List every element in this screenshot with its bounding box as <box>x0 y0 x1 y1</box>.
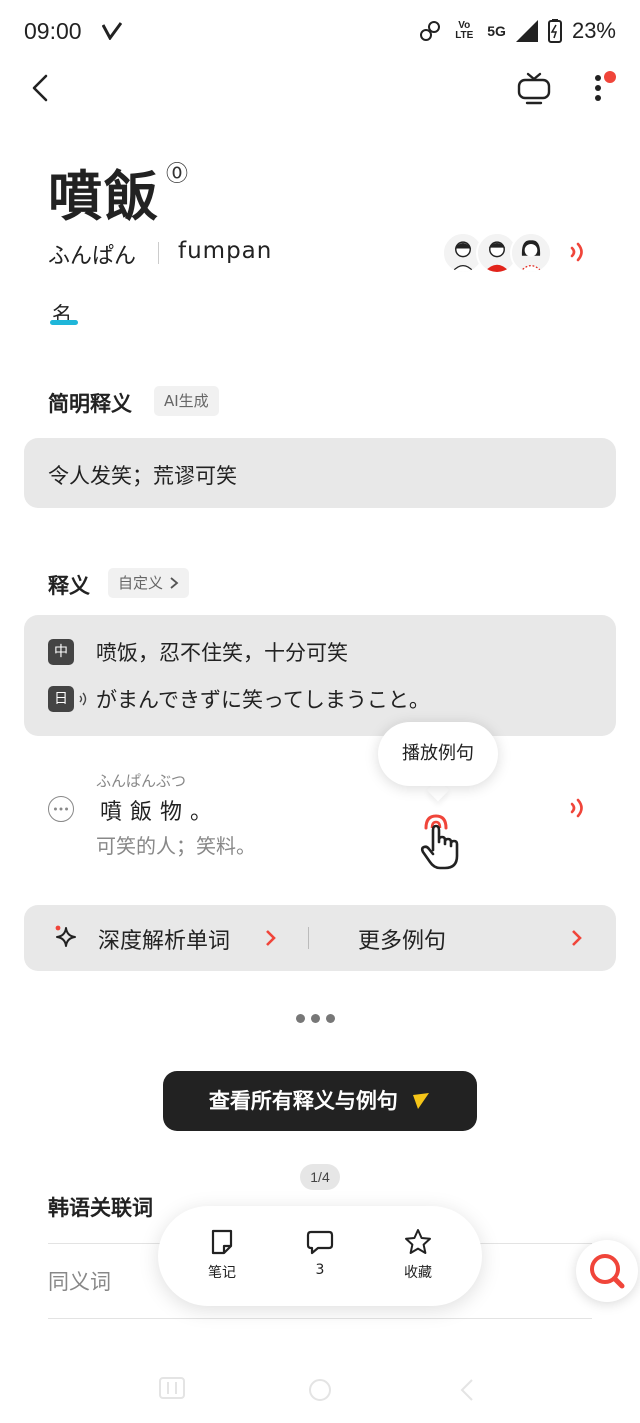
status-bar: 09:00 Vo LTE 5G 23% <box>0 0 640 64</box>
action-bar: 深度解析单词 更多例句 <box>24 905 616 971</box>
signal-label: 5G <box>487 23 506 39</box>
back-icon[interactable] <box>26 70 58 106</box>
reading-divider <box>158 242 159 264</box>
brief-text: 令人发笑；荒谬可笑 <box>48 464 237 488</box>
korean-related-title: 韩语关联词 <box>48 1196 153 1220</box>
brand-check-icon <box>413 1093 430 1109</box>
pos-underline <box>50 320 78 325</box>
example-more-icon[interactable] <box>48 796 74 822</box>
link-icon <box>420 21 441 41</box>
view-all-label: 查看所有释义与例句 <box>208 1089 398 1113</box>
voice-avatars[interactable] <box>442 232 552 276</box>
search-fab[interactable] <box>576 1240 638 1302</box>
definition-section-title: 释义 <box>48 574 90 598</box>
more-examples-button[interactable]: 更多例句 <box>358 923 446 955</box>
battery-level: 23% <box>571 18 616 43</box>
star-icon <box>405 1229 431 1254</box>
play-example-tooltip[interactable]: 播放例句 <box>378 722 498 786</box>
chinese-badge: 中 <box>48 639 74 665</box>
chevron-right-icon <box>170 577 179 589</box>
romaji-reading: fumpan <box>178 238 273 264</box>
comments-button[interactable]: 3 <box>285 1228 355 1278</box>
more-menu-icon[interactable] <box>586 68 620 108</box>
tap-hand-icon <box>420 814 459 870</box>
nav-back-icon[interactable] <box>454 1376 482 1404</box>
recent-apps-icon[interactable] <box>158 1376 186 1400</box>
note-label: 笔记 <box>208 1265 236 1281</box>
comment-count: 3 <box>315 1262 325 1278</box>
example-translation: 可笑的人；笑料。 <box>96 834 256 858</box>
chinese-definition: 喷饭，忍不住笑，十分可笑 <box>96 641 348 665</box>
view-all-button[interactable]: 查看所有释义与例句 <box>163 1071 477 1131</box>
japanese-badge[interactable]: 日 <box>48 686 74 712</box>
example-speaker-icon[interactable] <box>568 794 590 822</box>
deep-analysis-button[interactable]: 深度解析单词 <box>98 923 230 955</box>
synonym-label: 同义词 <box>48 1270 111 1294</box>
status-right: Vo LTE 5G 23% <box>419 18 616 44</box>
chevron-right-icon <box>266 930 276 946</box>
example-japanese: 噴飯物。 <box>100 800 221 825</box>
kana-reading: ふんぱん <box>48 244 137 269</box>
search-icon <box>590 1254 625 1289</box>
brief-section-title: 简明释义 <box>48 392 132 416</box>
japanese-definition: がまんできずに笑ってしまうこと。 <box>96 688 430 712</box>
signal-icon <box>515 20 538 42</box>
custom-definition-chip[interactable]: 自定义 <box>108 568 190 598</box>
speaker-small-icon[interactable] <box>78 691 88 707</box>
custom-chip-label: 自定义 <box>118 574 164 592</box>
home-icon[interactable] <box>306 1376 334 1404</box>
volte-badge: Vo LTE <box>455 20 474 41</box>
avatar[interactable] <box>510 232 552 274</box>
comment-icon <box>306 1230 334 1255</box>
favorite-label: 收藏 <box>404 1265 432 1281</box>
example-ruby: ふんぱんぶつ <box>96 772 187 790</box>
vpn-check-icon <box>102 22 122 40</box>
tv-icon[interactable] <box>516 68 552 108</box>
floating-toolbar: 笔记 3 收藏 <box>158 1206 482 1306</box>
pitch-accent: ⓪ <box>166 162 189 187</box>
ai-chip-label: AI生成 <box>164 392 209 410</box>
word-title: 噴飯 <box>48 165 160 228</box>
status-time: 09:00 <box>24 18 82 44</box>
speaker-icon[interactable] <box>568 238 590 266</box>
brief-card: 令人发笑；荒谬可笑 <box>24 438 616 508</box>
battery-icon <box>547 19 562 43</box>
note-button[interactable]: 笔记 <box>187 1228 257 1282</box>
page-indicator: 1/4 <box>300 1164 340 1190</box>
chevron-right-icon <box>572 930 582 946</box>
divider <box>48 1318 592 1319</box>
definition-card: 中 喷饭，忍不住笑，十分可笑 日 がまんできずに笑ってしまうこと。 <box>24 615 616 736</box>
system-nav-bar <box>0 1360 640 1423</box>
action-divider <box>308 927 309 949</box>
expand-dots[interactable] <box>296 1014 335 1023</box>
favorite-button[interactable]: 收藏 <box>383 1228 453 1282</box>
ai-generated-chip: AI生成 <box>154 386 219 416</box>
note-icon <box>211 1229 233 1255</box>
sparkle-icon <box>55 925 76 947</box>
